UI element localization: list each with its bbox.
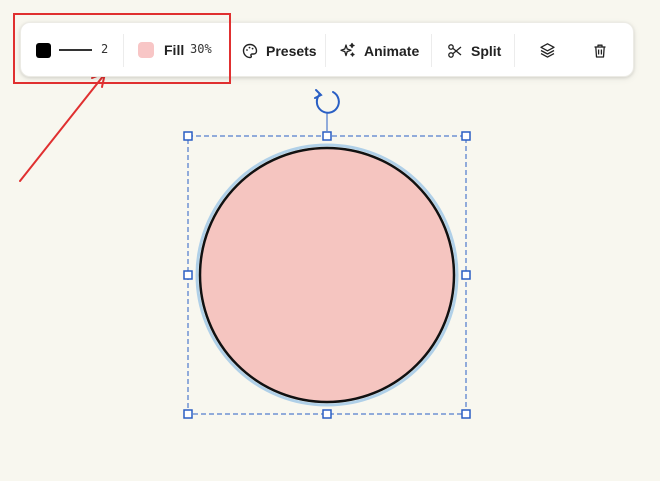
layers-button[interactable] — [530, 33, 565, 68]
sparkles-icon — [340, 42, 355, 57]
resize-handle-bottom-right[interactable] — [461, 409, 471, 419]
presets-button[interactable]: Presets — [242, 33, 317, 68]
presets-label: Presets — [266, 42, 317, 59]
split-label: Split — [471, 42, 502, 59]
delete-button[interactable] — [582, 33, 617, 68]
animate-label: Animate — [364, 42, 420, 59]
resize-handle-bottom-left[interactable] — [183, 409, 193, 419]
annotation-highlight-box — [13, 13, 231, 84]
resize-handle-top-left[interactable] — [183, 131, 193, 141]
resize-handle-bottom[interactable] — [322, 409, 332, 419]
toolbar-divider — [325, 34, 326, 67]
scissors-icon — [448, 43, 462, 58]
toolbar-divider — [431, 34, 432, 67]
layers-icon — [540, 43, 555, 58]
rotate-icon[interactable] — [314, 89, 340, 114]
toolbar-divider — [514, 34, 515, 67]
animate-button[interactable]: Animate — [339, 33, 419, 68]
circle-shape[interactable] — [198, 146, 456, 404]
resize-handle-top-right[interactable] — [461, 131, 471, 141]
palette-icon — [242, 43, 258, 58]
annotation-arrow — [19, 72, 106, 182]
trash-icon — [594, 44, 605, 58]
resize-handle-top[interactable] — [322, 131, 332, 141]
resize-handle-right[interactable] — [461, 270, 471, 280]
split-button[interactable]: Split — [447, 33, 501, 68]
resize-handle-left[interactable] — [183, 270, 193, 280]
